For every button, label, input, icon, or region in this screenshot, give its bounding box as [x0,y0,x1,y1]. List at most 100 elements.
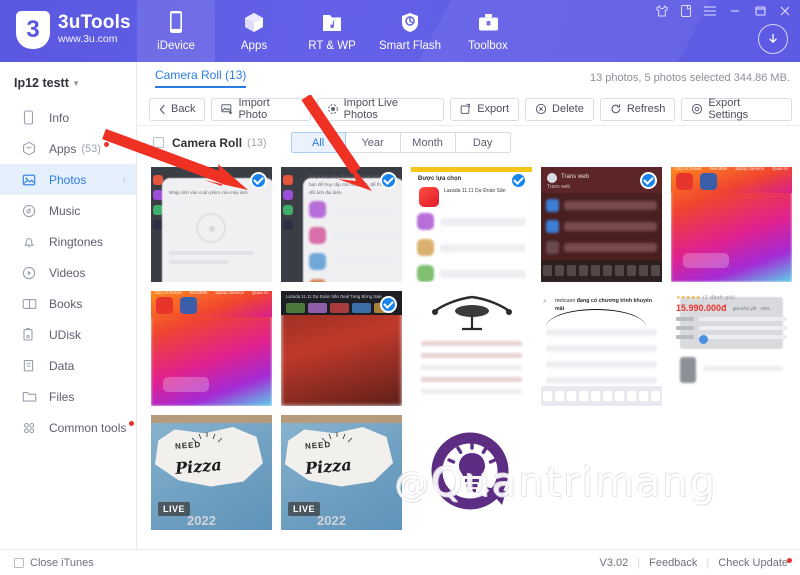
close-itunes-checkbox[interactable] [14,557,24,568]
cube-icon [243,10,265,34]
photo-cell[interactable]: ★★★★★ (1 đánh giá) 15.990.000đ giá niêm … [671,291,792,406]
export-icon [460,103,471,114]
refresh-button[interactable]: Refresh [599,97,676,121]
quantrimang-logo-icon [411,415,532,530]
sidebar-item-common-tools[interactable]: Common tools [0,412,136,443]
brand-url: www.3u.com [58,33,118,46]
photo-cell[interactable]: Nhập ảnh vào cuộn phim của máy ảnh [151,167,272,282]
version-label: V3.02 [599,556,629,569]
brand-logo: 3 3uTools www.3u.com [16,11,131,49]
sidebar-item-data[interactable]: Data [0,350,136,381]
phone-outline-icon [22,110,40,125]
photo-cell[interactable]: Trans web Trans web [541,167,662,282]
segment-all[interactable]: All [290,132,346,153]
delete-button[interactable]: Delete [525,97,594,121]
export-settings-button[interactable]: Export Settings [681,97,792,121]
import-photo-label: Import Photo [238,97,270,121]
nav-item-idevice[interactable]: iDevice [137,0,215,62]
nav-item-toolbox[interactable]: Toolbox [449,0,527,62]
tshirt-icon[interactable] [655,4,669,18]
phone-icon [167,10,185,34]
price-value: 15.990.000đ [676,303,727,313]
segment-month[interactable]: Month [400,132,456,153]
photo-cell[interactable]: ⌕ metcuon đang có chương trình khuyến mã… [541,291,662,406]
photo-thumbnail[interactable]: ⌕ metcuon đang có chương trình khuyến mã… [541,291,662,406]
import-live-photos-button[interactable]: Import Live Photos [316,97,445,121]
close-itunes-option[interactable]: Close iTunes [14,557,94,569]
photo-cell[interactable]: City of Greed WorldMe laptop Service Quan t… [151,291,272,406]
folder-icon [22,390,40,403]
pizza-word-text: Pizza [174,455,223,478]
sidebar-item-udisk[interactable]: UDisk [0,319,136,350]
maximize-icon[interactable] [753,5,767,17]
sidebar-label-apps: Apps [49,141,77,156]
photo-thumbnail[interactable] [411,291,532,406]
device-selector[interactable]: Ip12 testt ▾ [0,62,136,102]
breadcrumb[interactable]: Camera Roll (13) [155,68,247,88]
update-notification-dot [787,557,792,563]
sidebar-item-files[interactable]: Files [0,381,136,412]
check-update-link[interactable]: Check Update [718,557,788,569]
photo-cell[interactable] [411,291,532,406]
title-bar: 3 3uTools www.3u.com iDevice Apps RT & W… [0,0,800,62]
nav-item-smart-flash[interactable]: Smart Flash [371,0,449,62]
photo-cell[interactable] [411,415,532,530]
nav-item-rtwp[interactable]: RT & WP [293,0,371,62]
feedback-link[interactable]: Feedback [649,557,697,569]
close-icon[interactable] [778,5,792,17]
main-content: Camera Roll (13) 13 photos, 5 photos sel… [137,62,800,549]
sidebar-label-music: Music [49,203,81,218]
photo-cell[interactable]: Ứng dụng này cần sự đồng bộ của bạn để t… [281,167,402,282]
sidebar-item-ringtones[interactable]: Ringtones [0,226,136,257]
select-all-checkbox[interactable] [153,137,164,148]
export-settings-label: Export Settings [708,97,749,121]
back-button[interactable]: Back [149,97,206,121]
segment-year[interactable]: Year [345,132,401,153]
grid-dots-icon [22,421,40,435]
download-icon[interactable] [758,24,788,54]
folder-music-icon [321,10,343,34]
album-count: (13) [247,136,267,149]
photo-checkbox[interactable] [510,172,527,189]
footer-divider-2: | [706,556,710,569]
photo-thumbnail[interactable]: ★★★★★ (1 đánh giá) 15.990.000đ giá niêm … [671,291,792,406]
sidebar-label-videos: Videos [49,265,86,280]
sidebar-label-files: Files [49,389,75,404]
photo-thumbnail[interactable]: City of Greed WorldMe laptop Service Quan t… [151,291,272,406]
photo-cell[interactable]: City of Greed WorldMe laptop Service Quan t… [671,167,792,282]
note-icon[interactable] [680,4,692,18]
minimize-icon[interactable] [728,5,742,17]
segment-day[interactable]: Day [455,132,511,153]
photo-thumbnail[interactable]: NEED Pizza LIVE 2022 [151,415,272,530]
export-button[interactable]: Export [450,97,520,121]
sidebar-label-data: Data [49,358,75,373]
back-label: Back [171,103,196,115]
sidebar-item-music[interactable]: Music [0,195,136,226]
photo-thumbnail[interactable]: NEED Pizza LIVE 2022 [281,415,402,530]
sidebar-item-videos[interactable]: Videos [0,257,136,288]
photo-checkbox[interactable] [380,296,397,313]
album-label: Camera Roll [172,135,243,150]
menu-icon[interactable] [703,5,717,17]
footer-divider-1: | [637,556,641,569]
refresh-label: Refresh [626,103,666,115]
import-live-photos-label: Import Live Photos [343,97,399,121]
nav-item-apps[interactable]: Apps [215,0,293,62]
sidebar-item-books[interactable]: Books [0,288,136,319]
sidebar-item-info[interactable]: Info [0,102,136,133]
chair-illustration [429,295,515,333]
import-photo-button[interactable]: Import Photo [211,97,311,121]
photo-cell[interactable]: Lazada 11.11 Dự Đoán Săn Deal Tưng Bừng … [281,291,402,406]
photo-checkbox[interactable] [380,172,397,189]
photo-cell[interactable]: Được lựa chọn Lazada 11.11 Dự Đoán Săn [411,167,532,282]
refresh-icon [611,104,620,114]
photo-checkbox[interactable] [640,172,657,189]
pizza-brand-text: NEED [174,440,202,451]
photo-thumbnail[interactable]: City of Greed WorldMe laptop Service Quan t… [671,167,792,282]
sidebar-item-photos[interactable]: Photos › [0,164,136,195]
photo-thumbnail[interactable] [411,415,532,530]
photo-cell[interactable]: NEED Pizza LIVE 2022 [151,415,272,530]
photo-cell[interactable]: NEED Pizza LIVE 2022 [281,415,402,530]
sidebar-item-apps[interactable]: Apps (53) [0,133,136,164]
photo-checkbox[interactable] [250,172,267,189]
